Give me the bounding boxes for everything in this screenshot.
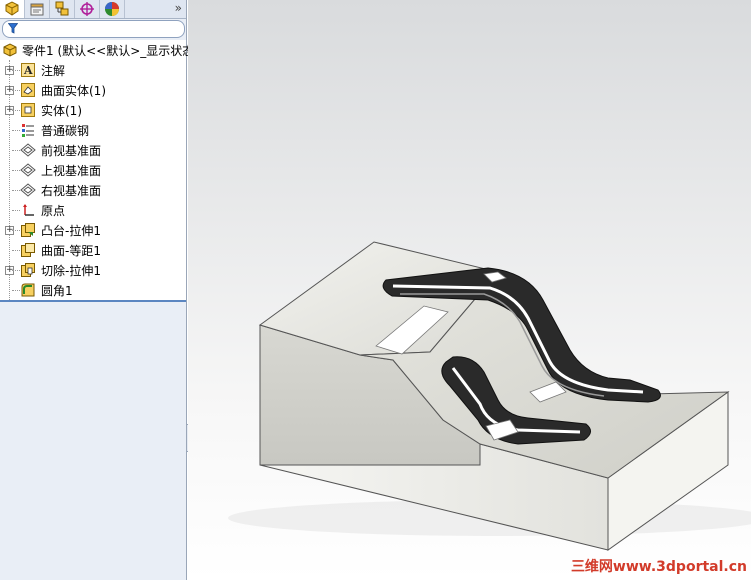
tree-item-label: 右视基准面 (41, 183, 102, 198)
svg-text:A: A (23, 64, 33, 77)
more-tabs-button[interactable]: » (175, 1, 182, 15)
tree-root-label: 零件1 (默认<<默认>_显示状态 (22, 43, 195, 58)
plane-icon (20, 162, 36, 178)
tree-item-label: 实体(1) (41, 103, 82, 118)
tree-root-part[interactable]: 零件1 (默认<<默认>_显示状态 (0, 40, 194, 61)
tree-filter-field[interactable] (2, 20, 185, 38)
tree-item-label: 上视基准面 (41, 163, 102, 178)
part-icon (2, 42, 18, 61)
feature-tree: 零件1 (默认<<默认>_显示状态 + A 注解 + 曲面实体(1) + 实体(1) 普通碳钢… (0, 40, 194, 302)
property-manager-tab[interactable] (25, 0, 50, 18)
display-manager-tab[interactable] (100, 0, 125, 18)
annotation-icon: A (20, 62, 36, 78)
tree-item[interactable]: + 凸台-拉伸1 (0, 220, 186, 240)
material-icon (20, 122, 36, 138)
tree-item-label: 曲面-等距1 (41, 243, 101, 258)
tree-item-label: 注解 (41, 63, 66, 78)
boss-extrude-icon (20, 222, 36, 238)
tree-item-label: 切除-拉伸1 (41, 263, 101, 278)
plane-icon (20, 142, 36, 158)
configuration-icon (55, 1, 69, 16)
display-pie-icon (105, 2, 119, 16)
tree-item[interactable]: 上视基准面 (0, 160, 186, 180)
tree-item-label: 凸台-拉伸1 (41, 223, 101, 238)
panel-tabbar: » (0, 0, 186, 19)
fillet-icon (20, 282, 36, 298)
feature-tree-icon (5, 1, 19, 16)
tree-item-label: 曲面实体(1) (41, 83, 106, 98)
tree-item[interactable]: 普通碳钢 (0, 120, 186, 140)
tree-item[interactable]: + 曲面实体(1) (0, 80, 186, 100)
plane-icon (20, 182, 36, 198)
tree-item[interactable]: 右视基准面 (0, 180, 186, 200)
tree-item-label: 普通碳钢 (41, 123, 90, 138)
filter-icon (8, 23, 18, 34)
dimxpert-tab[interactable] (75, 0, 100, 18)
tree-item[interactable]: 原点 (0, 200, 186, 220)
tree-item[interactable]: 曲面-等距1 (0, 240, 186, 260)
configuration-manager-tab[interactable] (50, 0, 75, 18)
graphics-area[interactable]: 三维网www.3dportal.cn (188, 0, 751, 580)
tree-item[interactable]: + 切除-拉伸1 (0, 260, 186, 280)
tree-item-label: 原点 (41, 203, 66, 218)
surface-bodies-icon (20, 82, 36, 98)
tree-item-label: 前视基准面 (41, 143, 102, 158)
tree-item[interactable]: 前视基准面 (0, 140, 186, 160)
tree-item[interactable]: 圆角1 (0, 280, 186, 300)
watermark: 三维网www.3dportal.cn (570, 559, 747, 575)
tree-item-label: 圆角1 (41, 283, 73, 298)
property-icon (30, 3, 44, 16)
part-3d-model (228, 241, 751, 551)
surface-offset-icon (20, 242, 36, 258)
solid-bodies-icon (20, 102, 36, 118)
origin-icon (20, 202, 36, 218)
feature-manager-panel: » 零件1 (默认<<默认>_显示状态 + A 注解 + 曲面实体(1) + 实体(1) 普通… (0, 0, 194, 580)
tree-item[interactable]: + A 注解 (0, 60, 186, 80)
feature-manager-tab[interactable] (0, 0, 25, 18)
tree-divider (0, 300, 186, 302)
tree-item[interactable]: + 实体(1) (0, 100, 186, 120)
cut-extrude-icon (20, 262, 36, 278)
dimxpert-icon (80, 2, 94, 16)
